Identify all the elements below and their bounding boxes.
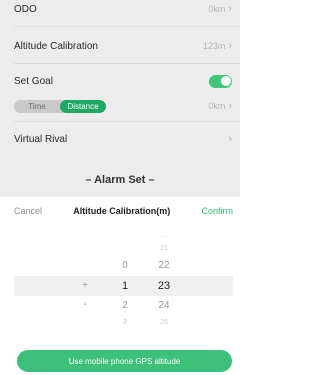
hundreds-selected[interactable]: 1	[110, 276, 140, 296]
goal-value: 0km	[208, 101, 226, 111]
segment-distance[interactable]: Distance	[60, 99, 106, 113]
picker-toolbar: Cancel Altitude Calibration(m) Confirm	[0, 197, 240, 225]
picker-title: Altitude Calibration(m)	[73, 206, 171, 216]
alarm-set-header: – Alarm Set –	[85, 173, 155, 186]
cancel-button[interactable]: Cancel	[14, 206, 42, 216]
tens-selected[interactable]: 23	[149, 276, 179, 296]
odo-row[interactable]: ODO 0km ›	[0, 0, 240, 26]
screen: ODO 0km › Altitude Calibration 123m › Set …	[0, 0, 240, 375]
chevron-right-icon: ›	[228, 3, 232, 15]
goal-mode-segmented-control: Time Distance	[14, 99, 106, 113]
virtual-rival-label: Virtual Rival	[14, 133, 68, 145]
altitude-calibration-label: Altitude Calibration	[14, 40, 98, 52]
altitude-calibration-row[interactable]: Altitude Calibration 123m ›	[0, 29, 240, 63]
tens-prev[interactable]: 22	[149, 256, 179, 276]
sign-next[interactable]: -	[70, 295, 100, 315]
use-gps-altitude-button[interactable]: Use mobile phone GPS altitude	[17, 350, 232, 372]
chevron-right-icon: ›	[228, 133, 232, 145]
set-goal-toggle[interactable]	[209, 74, 232, 88]
tens-next2[interactable]: 25	[149, 313, 179, 333]
hundreds-next2[interactable]: 3	[110, 313, 140, 333]
odo-value: 0km	[208, 4, 226, 14]
chevron-right-icon: ›	[228, 100, 232, 112]
altitude-picker-sheet: Cancel Altitude Calibration(m) Confirm +…	[0, 197, 240, 375]
chevron-right-icon: ›	[228, 40, 232, 52]
goal-mode-row: Time Distance 0km ›	[0, 93, 240, 119]
sign-selected[interactable]: +	[70, 276, 100, 296]
odo-label: ODO	[14, 3, 37, 15]
altitude-calibration-value: 123m	[202, 41, 226, 51]
hundreds-prev[interactable]: 0	[110, 256, 140, 276]
divider	[14, 26, 240, 27]
set-goal-label: Set Goal	[14, 75, 53, 87]
confirm-button[interactable]: Confirm	[201, 206, 233, 216]
virtual-rival-row[interactable]: Virtual Rival ›	[0, 122, 240, 156]
segment-time[interactable]: Time	[14, 100, 60, 113]
